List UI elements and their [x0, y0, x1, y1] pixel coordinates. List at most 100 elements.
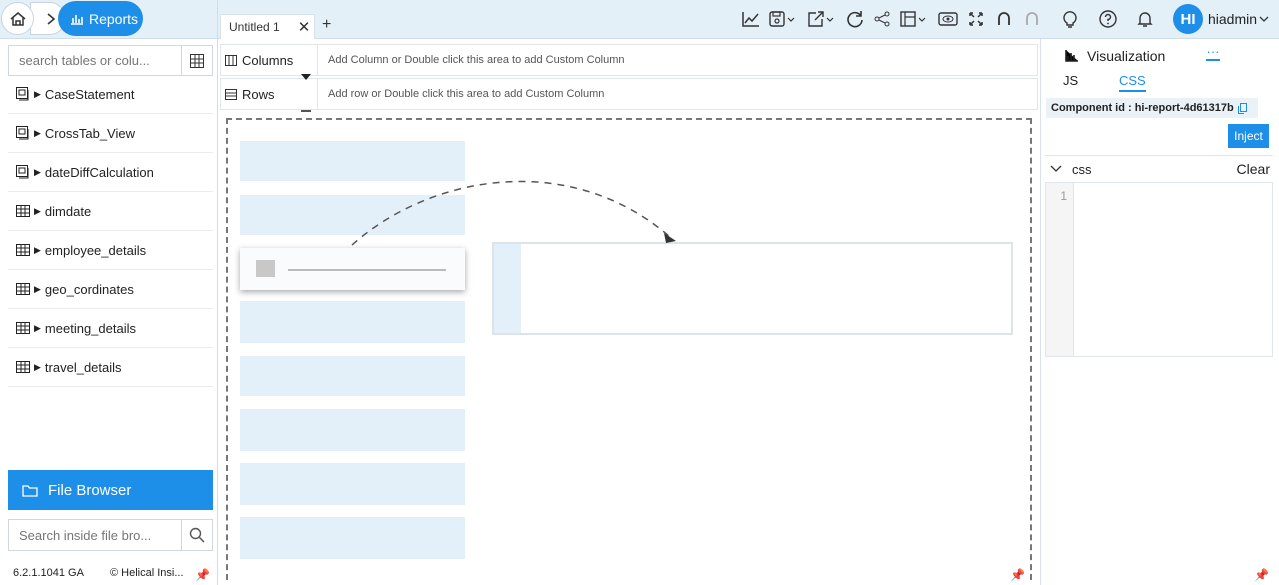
placeholder-block — [240, 463, 465, 505]
columns-label-box: Columns — [221, 45, 318, 75]
sidebar-item-employee-details[interactable]: ▶ employee_details — [8, 231, 213, 270]
caret-right-icon[interactable]: ▶ — [34, 284, 41, 295]
copyright-label: © Helical Insi... — [110, 567, 184, 579]
tab-js[interactable]: JS — [1063, 73, 1078, 88]
version-label: 6.2.1.1041 GA — [13, 567, 84, 579]
table-icon — [16, 322, 30, 334]
columns-shelf[interactable]: Columns Add Column or Double click this … — [220, 44, 1038, 76]
close-icon[interactable]: ✕ — [298, 18, 311, 36]
redo-icon[interactable] — [1020, 7, 1044, 31]
css-section-header[interactable]: css Clear — [1045, 155, 1273, 182]
preview-icon[interactable] — [936, 7, 960, 31]
field-chip — [256, 260, 275, 277]
user-menu[interactable]: hiadmin — [1208, 11, 1269, 27]
pin-icon[interactable]: 📌 — [1254, 568, 1269, 582]
undo-icon[interactable] — [992, 7, 1016, 31]
drag-field-card — [240, 248, 465, 290]
layout-icon[interactable] — [899, 7, 931, 31]
caret-right-icon[interactable]: ▶ — [34, 89, 41, 100]
visualization-header[interactable]: Visualization — [1065, 48, 1165, 64]
folder-icon — [22, 484, 38, 497]
sidebar-item-label: travel_details — [44, 359, 122, 375]
table-search-input[interactable] — [8, 45, 182, 76]
caret-right-icon[interactable]: ▶ — [34, 206, 41, 217]
css-section-label: css — [1072, 161, 1092, 177]
sidebar-item-crosstab-view[interactable]: ▶ CrossTab_View — [8, 114, 213, 153]
rows-icon — [225, 88, 237, 100]
lightbulb-icon[interactable] — [1058, 7, 1082, 31]
sidebar-item-dimdate[interactable]: ▶ dimdate — [8, 192, 213, 231]
chevron-down-icon — [1259, 16, 1269, 22]
table-icon — [16, 361, 30, 373]
columns-icon — [225, 54, 237, 66]
tab-css[interactable]: CSS — [1119, 73, 1146, 92]
sidebar-item-casestatement[interactable]: ▶ CaseStatement — [8, 75, 213, 114]
refresh-icon[interactable] — [843, 7, 867, 31]
home-icon — [10, 11, 25, 26]
grid-icon — [190, 53, 204, 68]
sidebar-item-label: dimdate — [44, 203, 92, 219]
sidebar-item-label: CaseStatement — [44, 86, 135, 102]
caret-down-icon[interactable] — [301, 74, 311, 80]
breadcrumb-reports[interactable]: Reports — [58, 1, 143, 36]
columns-label: Columns — [242, 52, 294, 68]
avatar[interactable]: HI — [1173, 4, 1203, 34]
tab-label: Untitled 1 — [229, 20, 280, 34]
table-icon — [16, 205, 30, 217]
save-icon[interactable] — [768, 7, 800, 31]
file-search-input[interactable] — [8, 519, 182, 551]
resize-handle[interactable] — [301, 110, 311, 112]
export-icon[interactable] — [807, 7, 839, 31]
home-button[interactable] — [1, 2, 34, 35]
help-icon[interactable] — [1096, 7, 1120, 31]
sidebar-item-geo-cordinates[interactable]: ▶ geo_cordinates — [8, 270, 213, 309]
rows-shelf[interactable]: Rows Add row or Double click this area t… — [220, 78, 1038, 110]
pin-icon[interactable]: 📌 — [195, 568, 210, 582]
grid-view-button[interactable] — [181, 45, 213, 76]
username: hiadmin — [1208, 11, 1258, 27]
share-icon[interactable] — [870, 7, 894, 31]
bell-icon[interactable] — [1133, 7, 1157, 31]
clear-button[interactable]: Clear — [1237, 161, 1270, 177]
table-icon — [16, 283, 30, 295]
drop-zone — [492, 242, 1013, 335]
inject-button[interactable]: Inject — [1228, 124, 1269, 148]
view-icon — [16, 87, 29, 101]
file-search-button[interactable] — [181, 519, 213, 551]
drop-zone-stripe — [494, 244, 521, 333]
component-id-label: Component id : hi-report-4d61317b — [1051, 102, 1234, 114]
sidebar-item-label: geo_cordinates — [44, 281, 134, 297]
tab-untitled-1[interactable]: Untitled 1 ✕ — [220, 14, 315, 39]
line-chart-icon[interactable] — [739, 7, 763, 31]
search-icon — [189, 527, 205, 543]
more-menu[interactable]: ··· — [1206, 44, 1220, 61]
file-browser-button[interactable]: File Browser — [8, 470, 213, 510]
caret-right-icon[interactable]: ▶ — [34, 167, 41, 178]
copy-icon[interactable] — [1237, 102, 1247, 114]
sidebar-item-label: employee_details — [44, 242, 147, 258]
sidebar-item-meeting-details[interactable]: ▶ meeting_details — [8, 309, 213, 348]
line-number: 1 — [1046, 183, 1074, 356]
breadcrumb-reports-label: Reports — [89, 10, 139, 27]
file-browser-label: File Browser — [48, 481, 132, 499]
sidebar-item-travel-details[interactable]: ▶ travel_details — [8, 348, 213, 387]
drag-arrow — [351, 180, 676, 246]
view-icon — [16, 126, 29, 140]
sidebar-item-datediffcalculation[interactable]: ▶ dateDiffCalculation — [8, 153, 213, 192]
sidebar-item-label: CrossTab_View — [44, 125, 136, 141]
panel-divider — [1040, 39, 1041, 585]
caret-right-icon[interactable]: ▶ — [34, 245, 41, 256]
caret-right-icon[interactable]: ▶ — [34, 128, 41, 139]
css-editor[interactable]: 1 — [1045, 182, 1273, 357]
sidebar-item-label: dateDiffCalculation — [44, 164, 154, 180]
chart-icon — [1065, 50, 1078, 62]
pin-icon[interactable]: 📌 — [1010, 568, 1025, 582]
fullscreen-icon[interactable] — [964, 7, 988, 31]
caret-right-icon[interactable]: ▶ — [34, 323, 41, 334]
caret-right-icon[interactable]: ▶ — [34, 362, 41, 373]
columns-hint: Add Column or Double click this area to … — [328, 54, 625, 66]
bar-chart-icon — [71, 14, 83, 25]
add-tab-button[interactable]: + — [322, 16, 331, 34]
sidebar-item-label: meeting_details — [44, 320, 136, 336]
placeholder-block — [240, 301, 465, 343]
